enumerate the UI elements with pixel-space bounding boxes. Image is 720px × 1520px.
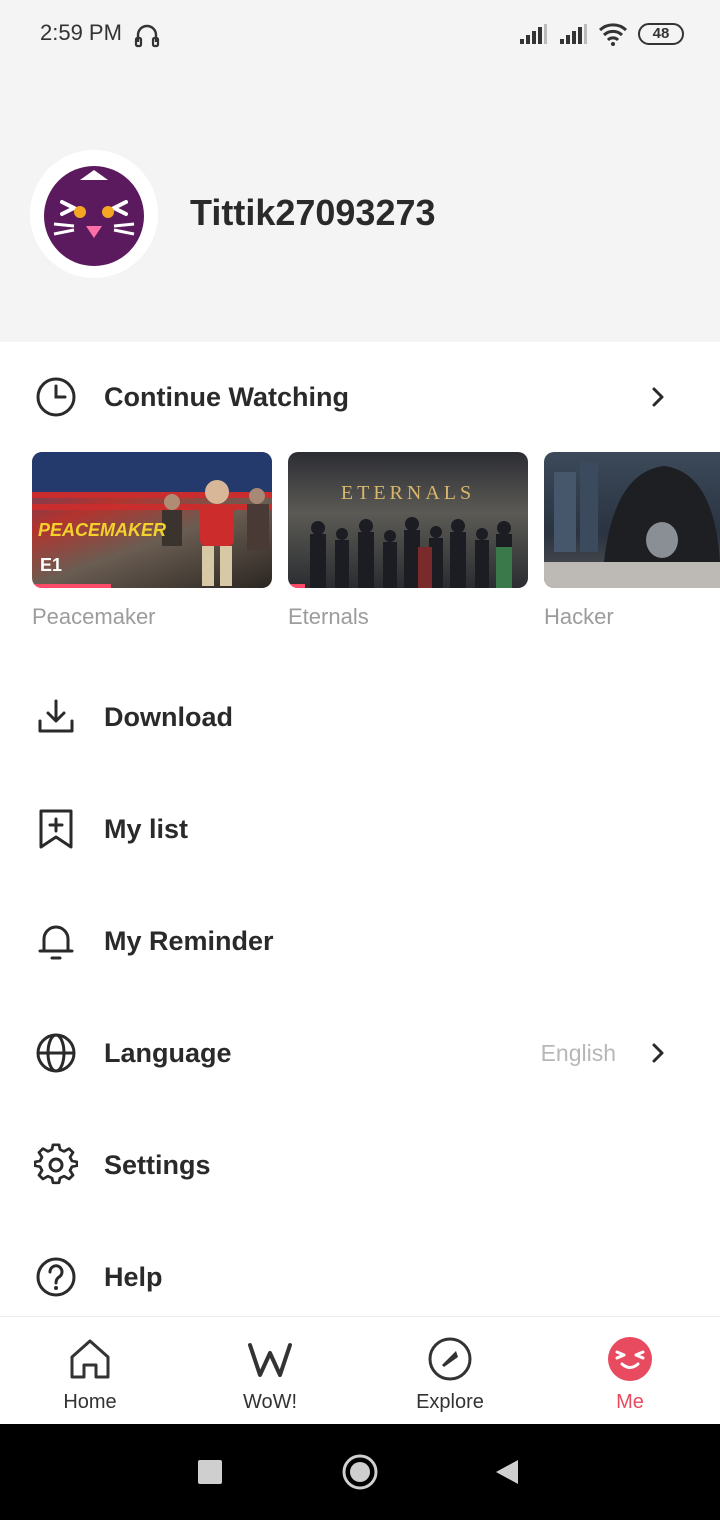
poster-art [310,517,512,588]
me-face-icon [608,1337,652,1381]
menu-item-my-list[interactable]: My list [0,789,720,869]
menu-item-help[interactable]: Help [0,1237,720,1317]
battery-icon: 48 [638,23,684,45]
wow-logo-icon [248,1343,292,1377]
bookmark-add-icon [39,809,73,849]
gear-icon [34,1143,78,1185]
peacemaker-thumbnail[interactable]: PEACEMAKER E1 [32,452,272,588]
watch-progress [32,584,112,588]
wifi-icon [598,23,628,46]
nav-wow[interactable]: WoW! [180,1317,360,1425]
signal-icon [560,24,587,44]
menu-item-label: Help [104,1261,163,1292]
thumbnail-title: Peacemaker [32,604,156,629]
headset-icon [134,24,160,48]
bottom-nav: Home WoW! Explore Me [0,1316,720,1424]
thumbnail-title: Eternals [288,604,369,629]
compass-icon [428,1337,472,1381]
language-value: English [540,1039,616,1066]
home-icon [70,1339,110,1379]
status-time: 2:59 PM [40,20,122,45]
menu-item-label: Settings [104,1149,211,1180]
recent-apps-icon[interactable] [198,1460,222,1484]
menu-item-label: My Reminder [104,925,274,956]
nav-label: Home [63,1391,117,1413]
menu-item-my-reminder[interactable]: My Reminder [0,901,720,981]
clock-icon [36,377,76,417]
poster-title-text: ETERNALS [340,482,476,504]
menu-item-label: Download [104,701,233,732]
bell-icon [38,925,74,960]
list-item[interactable]: ETERNALS Eternals [288,452,528,630]
poster-art [544,462,720,588]
cat-avatar-icon [44,166,144,266]
nav-home[interactable]: Home [0,1317,180,1425]
nav-label: WoW! [242,1391,298,1413]
menu-item-language[interactable]: Language English [0,1013,720,1093]
hacker-thumbnail[interactable] [544,452,720,588]
help-icon [36,1257,76,1297]
list-item[interactable]: Hacker [544,452,720,630]
list-item[interactable]: PEACEMAKER E1 Peacemaker [32,452,272,630]
thumbnail-title: Hacker [544,604,614,629]
nav-explore[interactable]: Explore [360,1317,540,1425]
signal-icon [520,24,547,44]
nav-label: Me [616,1391,644,1413]
globe-icon [36,1033,76,1073]
poster-title-text: PEACEMAKER [38,520,167,540]
nav-label: Explore [416,1391,484,1413]
menu-item-label: Language [104,1037,232,1068]
menu-item-label: My list [104,813,189,844]
continue-watching-label: Continue Watching [104,381,349,412]
watch-progress [288,584,305,588]
continue-watching-list: PEACEMAKER E1 Peacemaker ETERNALS Eterna… [32,452,720,642]
episode-badge: E1 [40,555,63,575]
download-icon [38,699,74,733]
menu-item-download[interactable]: Download [0,677,720,757]
chevron-right-icon[interactable] [644,1039,672,1067]
profile-header: Tittik27093273 [0,70,720,342]
continue-watching-row[interactable]: Continue Watching [0,357,720,437]
menu-item-settings[interactable]: Settings [0,1125,720,1205]
username: Tittik27093273 [190,192,436,233]
status-bar: 2:59 PM 48 [0,0,720,70]
system-nav-bar [0,1424,720,1520]
avatar[interactable] [30,150,158,278]
chevron-right-icon[interactable] [644,383,672,411]
eternals-thumbnail[interactable]: ETERNALS [288,452,528,588]
home-button-icon[interactable] [340,1452,380,1492]
nav-me[interactable]: Me [540,1317,720,1425]
back-icon[interactable] [494,1458,520,1486]
